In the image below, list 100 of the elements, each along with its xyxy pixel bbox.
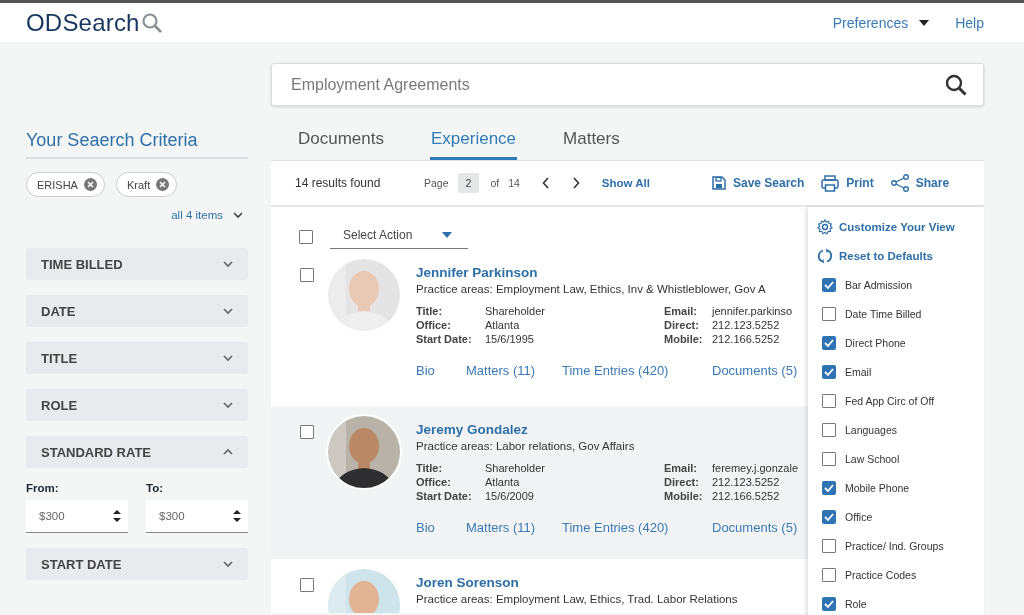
menu-link[interactable]: Preferences bbox=[832, 14, 909, 31]
checkbox[interactable] bbox=[300, 268, 314, 282]
number-field[interactable]: $300 bbox=[146, 500, 248, 533]
detail-label: Mobile: bbox=[664, 333, 704, 345]
chevron-down-icon bbox=[232, 209, 244, 221]
caret-icon bbox=[442, 232, 452, 238]
tab[interactable]: Documents bbox=[297, 126, 385, 160]
checkbox[interactable] bbox=[299, 229, 313, 244]
checkbox[interactable] bbox=[822, 451, 836, 466]
result-link[interactable]: Bio bbox=[416, 520, 466, 535]
option-label: Direct Phone bbox=[845, 336, 906, 349]
option-label: Practice Codes bbox=[845, 568, 917, 581]
filter-section[interactable]: START DATE bbox=[26, 548, 248, 580]
number-field[interactable]: $300 bbox=[26, 500, 128, 533]
save-icon bbox=[711, 176, 726, 190]
option-label: Practice/ Ind. Groups bbox=[845, 539, 944, 552]
result-link[interactable]: Time Entries (420) bbox=[562, 363, 712, 378]
result-link[interactable]: Documents (5) bbox=[712, 363, 798, 378]
option-label: Date Time Billed bbox=[845, 307, 922, 320]
checkbox[interactable] bbox=[822, 335, 836, 350]
criteria-title: Your Seaerch Criteria bbox=[26, 130, 248, 159]
detail-value: 212.166.5252 bbox=[712, 490, 781, 502]
action-dropdown[interactable]: Select Action bbox=[330, 224, 468, 249]
page-number-field[interactable]: 2 bbox=[457, 173, 480, 193]
menu-link[interactable]: Help bbox=[955, 14, 984, 31]
chevron-right-icon bbox=[571, 177, 580, 189]
detail-label: Start Date: bbox=[416, 333, 473, 345]
page-label: Page bbox=[424, 177, 449, 189]
toolbar-button[interactable]: Share bbox=[890, 174, 950, 192]
result-link[interactable]: Time Entries (420) bbox=[562, 520, 712, 535]
option-label: Email bbox=[845, 365, 872, 378]
detail-value: feremey.j.gonzale bbox=[712, 462, 798, 474]
refresh-icon bbox=[817, 247, 833, 264]
chevron-down-icon bbox=[222, 352, 234, 364]
checkbox[interactable] bbox=[822, 364, 836, 379]
detail-label: Title: bbox=[416, 462, 444, 474]
detail-label: Direct: bbox=[664, 476, 700, 488]
chevron-down-icon bbox=[222, 558, 234, 570]
checkbox[interactable] bbox=[822, 509, 836, 524]
option-label: Law School bbox=[845, 452, 900, 465]
chip-label: ERISHA bbox=[37, 178, 78, 191]
practice-areas: Practice areas: Employment Law, Ethics, Trad. Labor Relations bbox=[416, 593, 738, 605]
filter-section[interactable]: ROLE bbox=[26, 389, 248, 421]
checkbox[interactable] bbox=[822, 277, 836, 292]
checkbox[interactable] bbox=[300, 578, 314, 592]
detail-value: Shareholder bbox=[485, 462, 546, 474]
option-label: Languages bbox=[845, 423, 897, 436]
customize-link[interactable]: Customize Your View bbox=[817, 212, 984, 241]
filter-section[interactable]: STANDARD RATE bbox=[26, 436, 248, 468]
show-more-link[interactable]: all 4 items bbox=[171, 209, 223, 221]
detail-label: Office: bbox=[416, 319, 452, 331]
of-label: of bbox=[490, 177, 500, 189]
checkbox[interactable] bbox=[822, 596, 836, 611]
chevron-down-icon bbox=[222, 399, 234, 411]
detail-value: 15/6/2009 bbox=[485, 490, 535, 502]
search-field[interactable]: Employment Agreements bbox=[271, 63, 984, 106]
share-icon bbox=[890, 174, 909, 192]
checkbox[interactable] bbox=[822, 480, 836, 495]
result-link[interactable]: Documents (5) bbox=[712, 520, 798, 535]
printer-icon bbox=[821, 174, 840, 192]
tab[interactable]: Matters bbox=[562, 126, 621, 160]
result-link[interactable]: Bio bbox=[416, 363, 466, 378]
previous-page-button[interactable] bbox=[541, 177, 550, 189]
result-link[interactable]: Matters (11) bbox=[466, 520, 562, 535]
results-count: 14 results found bbox=[295, 176, 382, 190]
settings-icon bbox=[817, 218, 833, 235]
reset-link[interactable]: Reset to Defaults bbox=[817, 241, 984, 270]
toolbar-button[interactable]: Print bbox=[821, 174, 874, 192]
show-all-link[interactable]: Show All bbox=[601, 177, 650, 189]
caret-icon bbox=[919, 19, 930, 26]
next-page-button[interactable] bbox=[571, 177, 580, 189]
detail-value: 212.123.5252 bbox=[712, 476, 781, 488]
filter-section[interactable]: DATE bbox=[26, 295, 248, 327]
result-link[interactable]: Matters (11) bbox=[466, 363, 562, 378]
checkbox[interactable] bbox=[300, 425, 314, 439]
detail-label: Email: bbox=[664, 305, 698, 317]
option-label: Office bbox=[845, 510, 873, 523]
checkbox[interactable] bbox=[822, 538, 836, 553]
person-name-link[interactable]: Joren Sorenson bbox=[416, 575, 738, 590]
detail-value: 212.166.5252 bbox=[712, 333, 781, 345]
filter-section[interactable]: TITLE bbox=[26, 342, 248, 374]
checkbox[interactable] bbox=[822, 306, 836, 321]
detail-value: 212.123.5252 bbox=[712, 319, 781, 331]
option-label: Role bbox=[845, 597, 867, 610]
option-label: Bar Admission bbox=[845, 278, 913, 291]
checkbox[interactable] bbox=[822, 393, 836, 408]
field-label: To: bbox=[146, 482, 165, 494]
search-icon bbox=[945, 74, 967, 96]
checkbox[interactable] bbox=[822, 567, 836, 582]
remove-icon bbox=[156, 178, 170, 191]
person-name-link[interactable]: Jeremy Gondalez bbox=[416, 422, 798, 437]
stepper-icon bbox=[113, 510, 121, 522]
toolbar-button[interactable]: Save Search bbox=[711, 176, 805, 190]
filter-section[interactable]: TIME BILLED bbox=[26, 248, 248, 280]
detail-value: jennifer.parkinso bbox=[712, 305, 794, 317]
person-name-link[interactable]: Jennifer Parkinson bbox=[416, 265, 798, 280]
detail-label: Email: bbox=[664, 462, 698, 474]
checkbox[interactable] bbox=[822, 422, 836, 437]
practice-areas: Practice areas: Employment Law, Ethics, Inv & Whistleblower, Gov A bbox=[416, 283, 798, 295]
detail-label: Start Date: bbox=[416, 490, 473, 502]
